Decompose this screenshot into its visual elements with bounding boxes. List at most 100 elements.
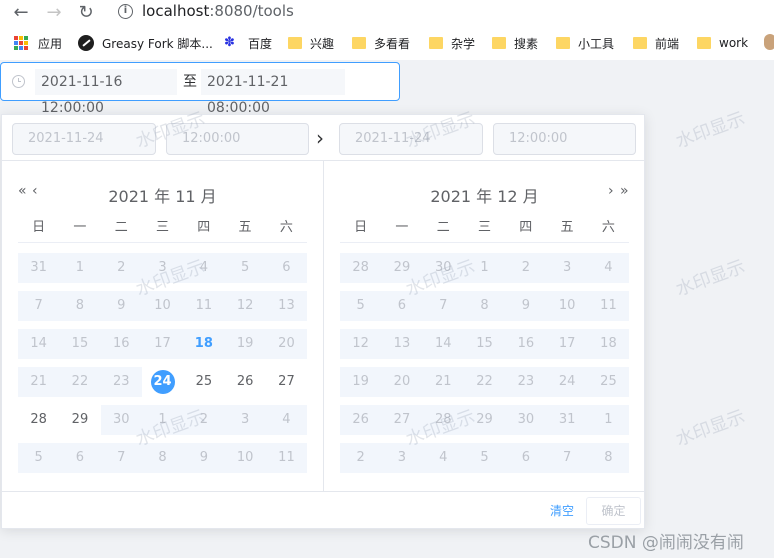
calendar-day: 22 <box>464 363 505 401</box>
calendar-day: 12 <box>225 287 266 325</box>
calendar-day: 10 <box>142 287 183 325</box>
weekday-label: 一 <box>73 220 87 235</box>
calendar-day: 15 <box>59 325 100 363</box>
calendar-day[interactable]: 27 <box>266 363 307 401</box>
date-number: 4 <box>282 412 291 427</box>
date-number: 5 <box>356 298 365 313</box>
end-date-input[interactable]: 2021-11-24 <box>339 123 483 155</box>
date-number: 15 <box>476 336 493 351</box>
date-number: 16 <box>112 336 130 351</box>
weekday-label: 日 <box>32 220 46 235</box>
calendar-day: 10 <box>547 287 588 325</box>
date-number: 11 <box>195 298 213 313</box>
calendar-day: 9 <box>505 287 546 325</box>
date-number: 9 <box>199 450 208 465</box>
bookmark-greasy-fork[interactable]: Greasy Fork 脚本... <box>78 32 213 54</box>
calendar-week-row: 28 29 30 1 2 3 4 <box>340 249 630 287</box>
start-date-input[interactable]: 2021-11-24 <box>12 123 156 155</box>
date-number: 6 <box>397 298 407 313</box>
date-number: 10 <box>558 298 576 313</box>
start-time-input[interactable]: 12:00:00 <box>166 123 309 155</box>
profile-avatar-icon[interactable] <box>764 34 774 50</box>
date-number: 27 <box>393 412 411 427</box>
back-icon[interactable]: ← <box>11 3 31 23</box>
calendar-day: 4 <box>266 401 307 439</box>
calendar-day[interactable]: 26 <box>225 363 266 401</box>
calendar-day[interactable]: 25 <box>183 363 224 401</box>
range-start-value[interactable]: 2021-11-16 12:00:00 <box>35 69 177 116</box>
date-number: 20 <box>393 374 411 389</box>
calendar-day[interactable]: 29 <box>59 401 100 439</box>
date-number: 13 <box>278 298 295 313</box>
address-bar[interactable]: localhost:8080/tools <box>142 2 294 20</box>
calendar-day[interactable]: 28 <box>18 401 59 439</box>
calendar-day: 4 <box>588 249 629 287</box>
calendar-day: 1 <box>464 249 505 287</box>
date-number: 12 <box>352 336 369 351</box>
calendar-day[interactable]: 24 <box>142 363 183 401</box>
date-number: 24 <box>558 374 576 389</box>
calendar-week-row: 21 22 23 24 25 26 27 <box>18 363 307 401</box>
folder-icon <box>633 37 647 49</box>
bookmark-label: 兴趣 <box>310 36 335 51</box>
calendar-day: 13 <box>266 287 307 325</box>
calendar-day: 22 <box>59 363 100 401</box>
bookmark-folder-interest[interactable]: 兴趣 <box>288 32 334 54</box>
next-year-icon[interactable]: » <box>620 183 629 199</box>
info-icon[interactable]: i <box>118 4 133 19</box>
calendar-day: 2 <box>101 249 142 287</box>
date-number: 22 <box>71 374 89 389</box>
calendar-week-row: 7 8 9 10 11 12 13 <box>18 287 308 325</box>
date-number: 7 <box>563 450 572 465</box>
forward-icon[interactable]: → <box>44 3 64 23</box>
picker-footer: 清空 确定 <box>2 491 644 529</box>
calendar-day: 20 <box>381 363 422 401</box>
bookmark-folder-more[interactable]: 多看看 <box>352 32 410 54</box>
left-date-grid: 31 1 2 3 4 5 6 7 8 9 10 11 12 13 14 15 16 17 18 19 20 21 22 23 2… <box>18 249 308 477</box>
watermark: 水印显示 <box>673 108 748 153</box>
date-number: 6 <box>521 450 530 465</box>
calendar-day: 6 <box>381 287 422 325</box>
weekday-label: 四 <box>197 220 211 235</box>
weekday-label: 三 <box>155 220 169 235</box>
weekday-label: 五 <box>238 220 252 235</box>
greasy-fork-icon <box>78 35 94 51</box>
bookmark-label: 小工具 <box>578 36 615 51</box>
bookmark-folder-search[interactable]: 搜素 <box>492 32 538 54</box>
bookmark-label: 前端 <box>655 36 680 51</box>
calendar-day: 12 <box>340 325 381 363</box>
bookmark-folder-work[interactable]: work <box>697 32 748 54</box>
end-time-input[interactable]: 12:00:00 <box>493 123 636 155</box>
calendar-day: 27 <box>381 401 422 439</box>
calendar-day: 2 <box>340 439 381 477</box>
calendar-day: 6 <box>266 249 307 287</box>
bookmark-folder-tools[interactable]: 小工具 <box>556 32 614 54</box>
next-month-icon[interactable]: › <box>608 183 614 199</box>
clear-button[interactable]: 清空 <box>550 502 574 519</box>
range-separator: 至 <box>183 74 197 90</box>
date-number: 21 <box>434 374 452 389</box>
calendar-day: 28 <box>423 401 464 439</box>
calendar-day: 29 <box>381 249 422 287</box>
range-end-value[interactable]: 2021-11-21 08:00:00 <box>201 69 345 116</box>
calendar-day: 14 <box>18 325 59 363</box>
calendar-day: 16 <box>101 325 142 363</box>
folder-icon <box>697 37 711 49</box>
bookmark-apps[interactable]: 应用 <box>14 32 62 54</box>
calendar-day: 20 <box>266 325 307 363</box>
calendar-day: 24 <box>547 363 588 401</box>
bookmark-baidu[interactable]: ✽ 百度 <box>224 32 272 54</box>
calendar-day: 5 <box>464 439 505 477</box>
calendar-week-row: 26 27 28 29 30 31 1 <box>340 401 630 439</box>
calendar-day: 19 <box>340 363 381 401</box>
calendar-day: 30 <box>505 401 546 439</box>
folder-icon <box>429 37 443 49</box>
confirm-button[interactable]: 确定 <box>586 497 641 525</box>
reload-icon[interactable]: ↻ <box>76 3 96 23</box>
calendar-week-row: 19 20 21 22 23 24 25 <box>340 363 630 401</box>
bookmark-folder-frontend[interactable]: 前端 <box>633 32 679 54</box>
calendar-day: 5 <box>340 287 381 325</box>
bookmark-folder-misc[interactable]: 杂学 <box>429 32 475 54</box>
datetime-range-input[interactable]: 2021-11-16 12:00:00 至 2021-11-21 08:00:0… <box>0 62 400 116</box>
calendar-week-row: 5 6 7 8 9 10 11 <box>18 439 308 477</box>
